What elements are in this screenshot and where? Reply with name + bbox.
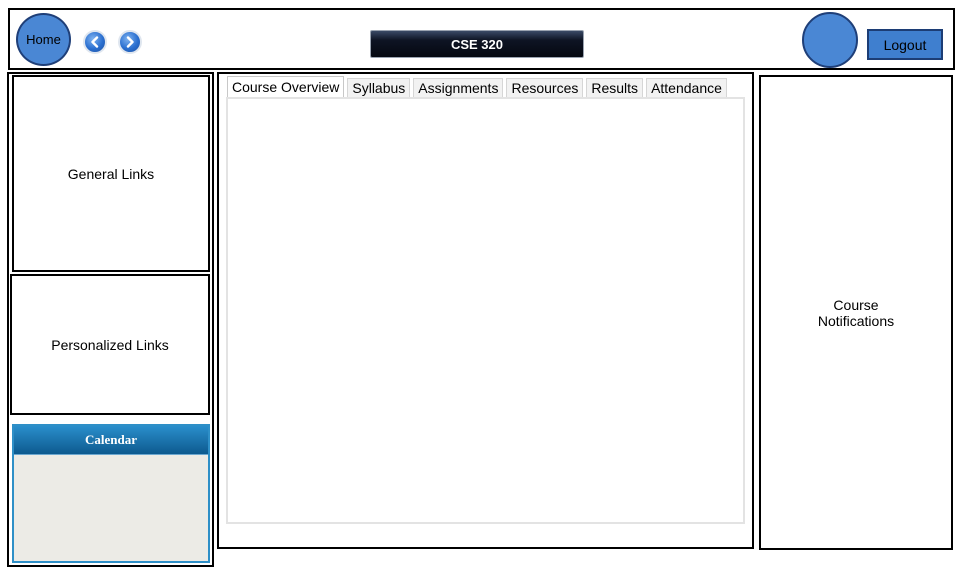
course-notifications-panel: Course Notifications (759, 75, 953, 550)
tab-content-panel (226, 97, 745, 524)
chevron-left-icon (91, 36, 99, 48)
personalized-links-panel: Personalized Links (10, 274, 210, 415)
top-header: Home CSE 320 Logout (8, 8, 955, 70)
logout-button[interactable]: Logout (867, 29, 943, 60)
back-button[interactable] (83, 30, 107, 54)
tab-results[interactable]: Results (586, 78, 644, 98)
forward-button[interactable] (118, 30, 142, 54)
personalized-links-label: Personalized Links (51, 336, 169, 353)
chevron-right-icon (126, 36, 134, 48)
home-button[interactable]: Home (16, 13, 71, 66)
left-sidebar: General Links Personalized Links Calenda… (7, 72, 214, 567)
tab-course-overview[interactable]: Course Overview (227, 76, 345, 97)
tab-bar: Course Overview Syllabus Assignments Res… (227, 76, 730, 98)
calendar-title: Calendar (14, 426, 208, 455)
tab-attendance[interactable]: Attendance (646, 78, 727, 98)
general-links-label: General Links (67, 165, 155, 182)
calendar-widget: Calendar (12, 424, 210, 563)
course-title: CSE 320 (370, 30, 584, 58)
home-label: Home (26, 32, 61, 47)
main-content: Course Overview Syllabus Assignments Res… (217, 72, 754, 549)
course-notifications-label: Course Notifications (817, 296, 895, 329)
avatar[interactable] (802, 12, 858, 68)
general-links-panel: General Links (12, 75, 210, 272)
tab-syllabus[interactable]: Syllabus (347, 78, 411, 98)
tab-assignments[interactable]: Assignments (413, 78, 504, 98)
tab-resources[interactable]: Resources (506, 78, 584, 98)
